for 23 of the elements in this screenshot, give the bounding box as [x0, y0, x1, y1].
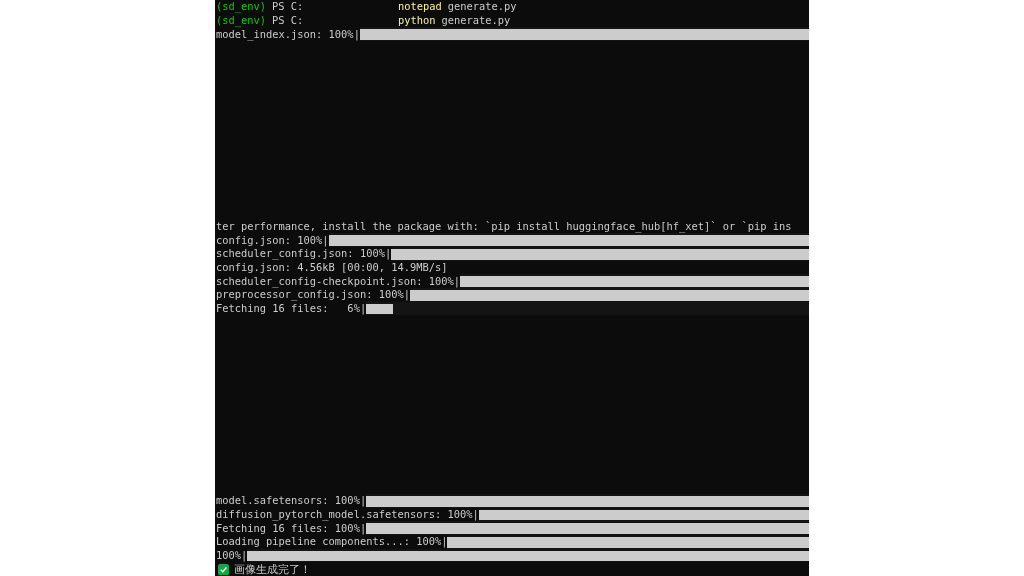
progress-label: Fetching 16 files: 6%|	[216, 302, 367, 316]
output-line: 画像生成完了！	[234, 562, 311, 576]
command-argument: generate.py	[447, 0, 517, 14]
progress-label: Loading pipeline components...: 100%|	[216, 535, 448, 549]
env-name: (sd_env)	[216, 14, 267, 28]
command-argument: generate.py	[441, 14, 511, 28]
check-icon	[218, 563, 229, 575]
progress-label: scheduler_config.json: 100%|	[216, 247, 392, 261]
command: notepad	[398, 0, 442, 14]
shell-prompt: PS C:	[272, 0, 304, 14]
progress-label: scheduler_config-checkpoint.json: 100%|	[216, 274, 460, 288]
progress-label: diffusion_pytorch_model.safetensors: 100%|	[216, 507, 479, 521]
progress-label: 100%|	[216, 548, 248, 562]
progress-label: config.json: 100%|	[216, 233, 329, 247]
env-name: (sd_env)	[216, 0, 267, 14]
progress-label: model_index.json: 100%|	[216, 27, 360, 41]
output-line: config.json: 4.56kB [00:00, 14.9MB/s]	[216, 260, 448, 274]
progress-label: preprocessor_config.json: 100%|	[216, 288, 410, 302]
progress-label: Fetching 16 files: 100%|	[216, 521, 367, 535]
shell-prompt: PS C:	[272, 14, 304, 28]
output-line: ter performance, install the package with: `pip install huggingface_hub[hf_xet]` or `pip ins	[216, 219, 792, 233]
command: python	[398, 14, 436, 28]
progress-label: model.safetensors: 100%|	[216, 494, 367, 508]
